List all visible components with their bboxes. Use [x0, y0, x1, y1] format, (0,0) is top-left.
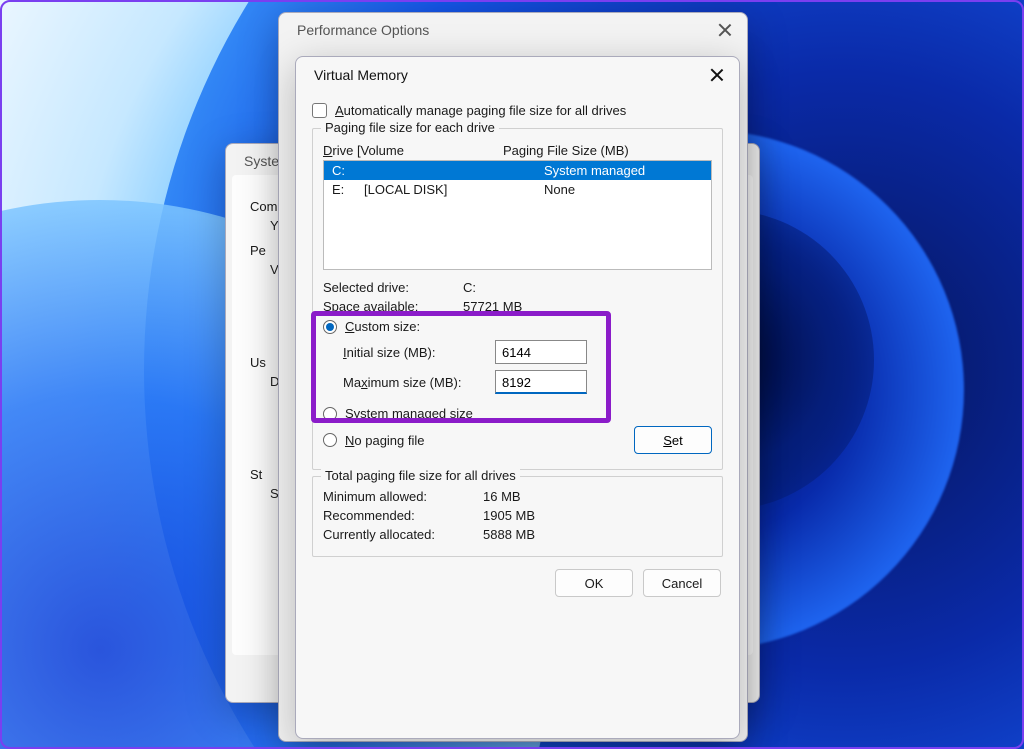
- ok-button[interactable]: OK: [555, 569, 633, 597]
- recommended-value: 1905 MB: [483, 508, 712, 523]
- drive-row-e[interactable]: E: [LOCAL DISK] None: [324, 180, 711, 199]
- drive-group: Paging file size for each drive Drive [V…: [312, 128, 723, 470]
- close-icon[interactable]: [709, 67, 725, 83]
- virtual-memory-dialog: Virtual Memory Automatically manage pagi…: [295, 56, 740, 739]
- auto-manage-label: Automatically manage paging file size fo…: [335, 103, 626, 118]
- paging-size-header: Paging File Size (MB): [503, 143, 712, 158]
- drive-list[interactable]: C: System managed E: [LOCAL DISK] None: [323, 160, 712, 270]
- no-paging-radio[interactable]: [323, 433, 337, 447]
- min-allowed-value: 16 MB: [483, 489, 712, 504]
- custom-size-radio[interactable]: [323, 320, 337, 334]
- custom-size-label: Custom size:: [345, 319, 420, 334]
- currently-allocated-label: Currently allocated:: [323, 527, 483, 542]
- currently-allocated-value: 5888 MB: [483, 527, 712, 542]
- maximum-size-input[interactable]: [495, 370, 587, 394]
- space-available-value: 57721 MB: [463, 299, 712, 314]
- drive-header: Drive [Volume: [323, 143, 503, 158]
- space-available-label: Space available:: [323, 299, 463, 314]
- drive-row-c[interactable]: C: System managed: [324, 161, 711, 180]
- maximum-size-label: Maximum size (MB):: [343, 375, 483, 390]
- system-managed-radio[interactable]: [323, 407, 337, 421]
- drive-group-label: Paging file size for each drive: [321, 120, 499, 135]
- total-group-label: Total paging file size for all drives: [321, 468, 520, 483]
- system-managed-label: System managed size: [345, 406, 473, 421]
- recommended-label: Recommended:: [323, 508, 483, 523]
- total-group: Total paging file size for all drives Mi…: [312, 476, 723, 557]
- selected-drive-value: C:: [463, 280, 712, 295]
- system-properties-title: Syste: [244, 153, 279, 169]
- cancel-button[interactable]: Cancel: [643, 569, 721, 597]
- initial-size-label: Initial size (MB):: [343, 345, 483, 360]
- no-paging-label: No paging file: [345, 433, 425, 448]
- auto-manage-checkbox[interactable]: [312, 103, 327, 118]
- min-allowed-label: Minimum allowed:: [323, 489, 483, 504]
- selected-drive-label: Selected drive:: [323, 280, 463, 295]
- initial-size-input[interactable]: [495, 340, 587, 364]
- performance-options-title: Performance Options: [297, 22, 429, 38]
- virtual-memory-title: Virtual Memory: [314, 67, 408, 83]
- close-icon[interactable]: [717, 22, 733, 38]
- set-button[interactable]: Set: [634, 426, 712, 454]
